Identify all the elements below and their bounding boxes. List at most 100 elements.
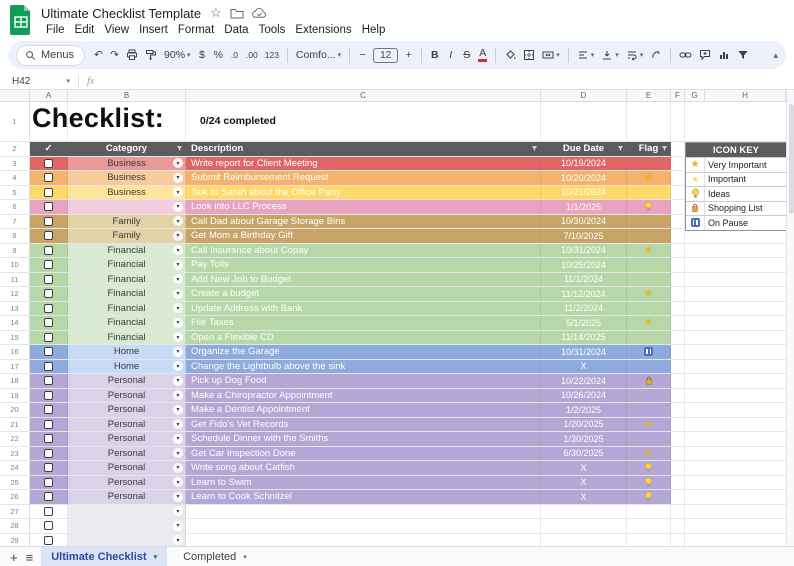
category-cell[interactable]: Financial ▾	[68, 316, 186, 330]
checkbox-cell[interactable]	[30, 185, 68, 199]
checkbox-cell[interactable]	[30, 301, 68, 315]
row-number[interactable]: 4	[0, 171, 30, 185]
doc-title[interactable]: Ultimate Checklist Template	[41, 6, 201, 21]
chevron-down-icon[interactable]: ▾	[173, 535, 183, 546]
category-cell[interactable]: ▾	[68, 504, 186, 518]
checkbox-cell[interactable]	[30, 156, 68, 170]
empty-cell[interactable]	[671, 403, 685, 417]
due-date-cell[interactable]: 10/19/2024	[541, 156, 627, 170]
empty-cell[interactable]	[671, 533, 685, 546]
column-header-f[interactable]: F	[671, 90, 685, 101]
description-cell[interactable]: Get Car Inspection Done	[186, 446, 541, 460]
column-header-a[interactable]: A	[30, 90, 68, 101]
empty-cell[interactable]	[671, 461, 685, 475]
chevron-down-icon[interactable]: ▾	[173, 491, 183, 502]
due-date-cell[interactable]: 11/14/2025	[541, 330, 627, 344]
create-filter-button[interactable]	[734, 45, 752, 65]
flag-cell[interactable]: ★	[627, 258, 671, 272]
row-number[interactable]: 28	[0, 519, 30, 533]
select-all-corner[interactable]	[0, 90, 30, 101]
row-number[interactable]: 18	[0, 374, 30, 388]
column-header-g[interactable]: G	[685, 90, 705, 101]
category-cell[interactable]: Personal ▾	[68, 403, 186, 417]
icon-key-item[interactable]: ★ Important	[686, 171, 786, 186]
name-box[interactable]: H42 ▾	[12, 76, 70, 87]
flag-cell[interactable]: ★	[627, 156, 671, 170]
decrease-font-button[interactable]: −	[355, 45, 370, 65]
due-date-cell[interactable]: 10/22/2024	[541, 374, 627, 388]
checkbox[interactable]	[44, 506, 53, 516]
checkbox-cell[interactable]	[30, 374, 68, 388]
chevron-down-icon[interactable]: ▾	[173, 477, 183, 488]
checkbox[interactable]	[44, 303, 53, 313]
description-cell[interactable]: Pick up Dog Food	[186, 374, 541, 388]
chevron-down-icon[interactable]: ▾	[173, 158, 183, 169]
description-cell[interactable]	[186, 533, 541, 546]
due-date-cell[interactable]: 7/10/2025	[541, 229, 627, 243]
cell[interactable]	[627, 102, 671, 141]
checkbox[interactable]	[44, 245, 53, 255]
icon-key-item[interactable]: Shopping List	[686, 200, 786, 215]
filter-icon[interactable]	[661, 145, 668, 152]
category-cell[interactable]: Personal ▾	[68, 374, 186, 388]
due-date-cell[interactable]: 1/1/2025	[541, 200, 627, 214]
category-cell[interactable]: Home ▾	[68, 345, 186, 359]
due-date-cell[interactable]: X	[541, 461, 627, 475]
column-header-e[interactable]: E	[627, 90, 671, 101]
row-number[interactable]: 22	[0, 432, 30, 446]
empty-cell[interactable]	[671, 229, 685, 243]
empty-cell[interactable]	[671, 243, 685, 257]
row-number[interactable]: 16	[0, 345, 30, 359]
due-date-cell[interactable]	[541, 504, 627, 518]
category-cell[interactable]: Financial ▾	[68, 330, 186, 344]
checkbox[interactable]	[44, 521, 53, 531]
due-date-cell[interactable]: 6/30/2025	[541, 446, 627, 460]
flag-cell[interactable]: ★	[627, 504, 671, 518]
format-percent-button[interactable]: %	[211, 45, 226, 65]
category-cell[interactable]: Home ▾	[68, 359, 186, 373]
checkbox[interactable]	[44, 390, 53, 400]
checkbox-cell[interactable]	[30, 417, 68, 431]
flag-cell[interactable]: ★	[627, 417, 671, 431]
row-number[interactable]: 11	[0, 272, 30, 286]
due-date-cell[interactable]: 10/21/2024	[541, 185, 627, 199]
category-cell[interactable]: Business ▾	[68, 185, 186, 199]
checkbox-cell[interactable]	[30, 229, 68, 243]
flag-cell[interactable]: ★	[627, 287, 671, 301]
category-cell[interactable]: Business ▾	[68, 156, 186, 170]
description-cell[interactable]: Make a Chiropractor Appointment	[186, 388, 541, 402]
column-header-d[interactable]: D	[541, 90, 627, 101]
row-number[interactable]: 8	[0, 229, 30, 243]
due-date-cell[interactable]: 1/30/2025	[541, 432, 627, 446]
flag-cell[interactable]: ★	[627, 374, 671, 388]
flag-cell[interactable]: ★	[627, 519, 671, 533]
category-cell[interactable]: Financial ▾	[68, 258, 186, 272]
chevron-down-icon[interactable]: ▾	[173, 288, 183, 299]
empty-cell[interactable]	[671, 388, 685, 402]
empty-cell[interactable]	[671, 214, 685, 228]
chevron-down-icon[interactable]: ▾	[173, 201, 183, 212]
bold-button[interactable]: B	[427, 45, 442, 65]
menus-search-button[interactable]: Menus	[16, 44, 86, 66]
category-cell[interactable]: Personal ▾	[68, 432, 186, 446]
checkbox-cell[interactable]	[30, 533, 68, 546]
chevron-down-icon[interactable]: ▾	[173, 216, 183, 227]
checkbox[interactable]	[44, 477, 53, 487]
checkbox[interactable]	[44, 274, 53, 284]
empty-cell[interactable]	[671, 359, 685, 373]
checkbox-cell[interactable]	[30, 403, 68, 417]
flag-cell[interactable]: ★	[627, 490, 671, 504]
chevron-down-icon[interactable]: ▾	[173, 259, 183, 270]
column-header-c[interactable]: C	[186, 90, 541, 101]
filter-icon[interactable]	[617, 145, 624, 152]
due-date-cell[interactable]: 11/1/2024	[541, 272, 627, 286]
format-currency-button[interactable]: $	[195, 45, 210, 65]
category-cell[interactable]: Personal ▾	[68, 461, 186, 475]
chevron-down-icon[interactable]: ▾	[173, 317, 183, 328]
empty-cell[interactable]	[671, 519, 685, 533]
filter-icon[interactable]	[176, 145, 183, 152]
checkbox-cell[interactable]	[30, 475, 68, 489]
row-number[interactable]: 24	[0, 461, 30, 475]
checkbox-cell[interactable]	[30, 171, 68, 185]
menu-item-data[interactable]: Data	[219, 23, 253, 37]
